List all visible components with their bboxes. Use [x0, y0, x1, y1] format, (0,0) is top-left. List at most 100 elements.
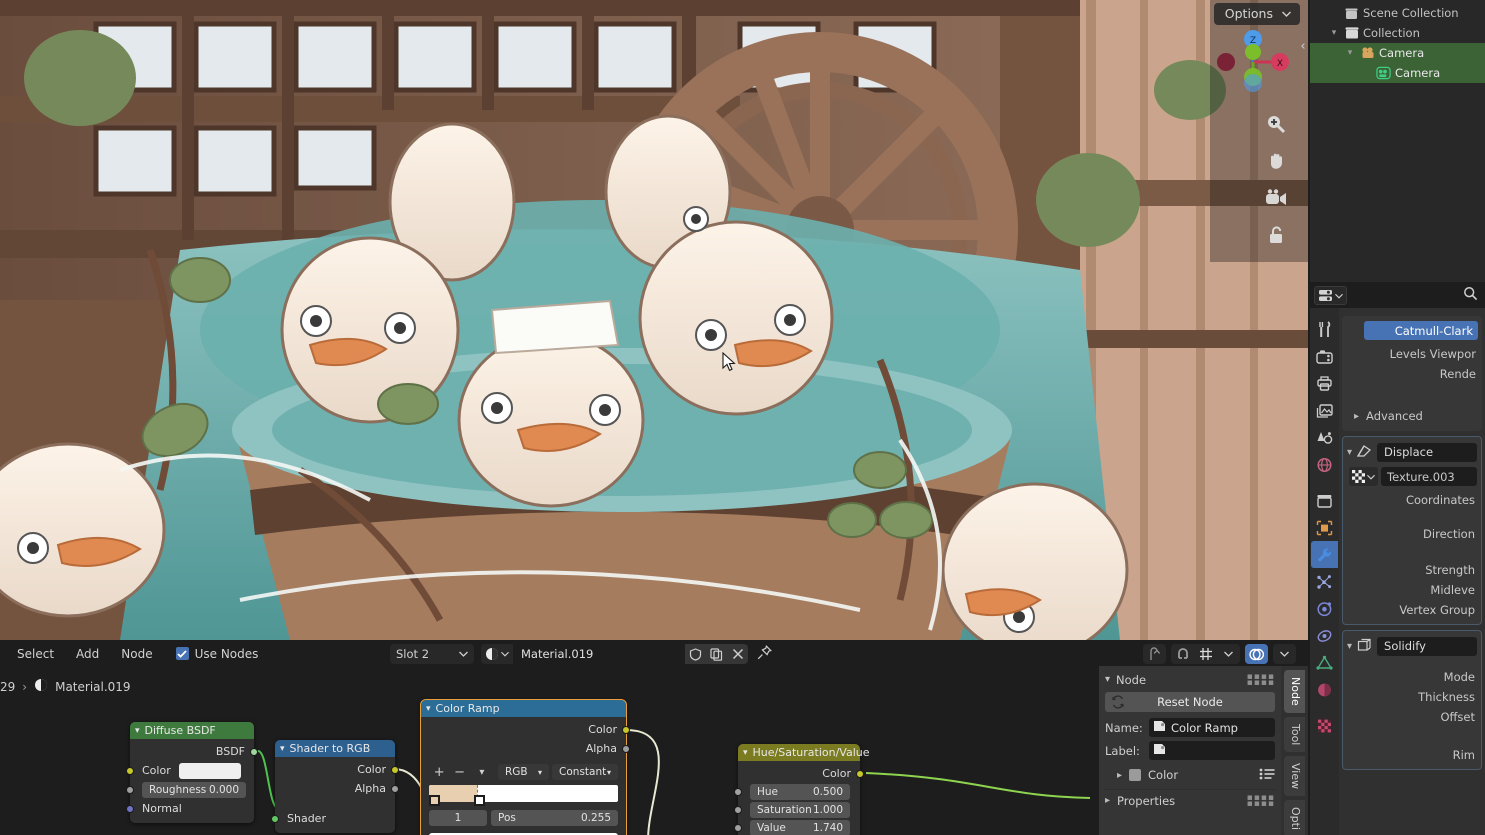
- ramp-stop-0[interactable]: [429, 795, 440, 806]
- socket-bsdf[interactable]: [250, 748, 258, 756]
- snap-grid-icon[interactable]: [1194, 644, 1217, 664]
- overlay-options-dropdown[interactable]: [1273, 644, 1296, 664]
- particles-tab[interactable]: [1311, 568, 1338, 595]
- input-roughness[interactable]: Roughness 0.000: [126, 780, 254, 799]
- remove-stop-button[interactable]: −: [449, 765, 469, 780]
- viewport-options-dropdown[interactable]: Options: [1213, 3, 1300, 25]
- offset-row[interactable]: Offset: [1347, 707, 1477, 727]
- viewport-sidebar-toggle[interactable]: ‹: [1298, 36, 1308, 58]
- material-name-field[interactable]: Material.019: [513, 644, 685, 664]
- outliner-row-collection[interactable]: ▾ Collection: [1310, 23, 1485, 43]
- lock-icon[interactable]: [1264, 223, 1288, 247]
- snap-magnet-icon[interactable]: [1171, 644, 1194, 664]
- input-saturation[interactable]: Saturation 1.000: [734, 801, 860, 819]
- chevron-right-icon[interactable]: ▸: [1105, 795, 1110, 806]
- editor-type-selector[interactable]: [1314, 286, 1347, 305]
- menu-node[interactable]: Node: [110, 647, 163, 661]
- socket-color-out[interactable]: [856, 770, 864, 778]
- output-color[interactable]: Color: [421, 720, 630, 739]
- node-label-row[interactable]: Label:: [1105, 741, 1275, 760]
- node-name-row[interactable]: Name: Color Ramp: [1105, 718, 1275, 737]
- output-bsdf[interactable]: BSDF: [130, 742, 258, 761]
- socket-saturation[interactable]: [734, 806, 742, 814]
- list-options-icon[interactable]: [1259, 768, 1275, 783]
- ramp-stop-controls[interactable]: 1 Pos 0.255: [429, 810, 618, 826]
- snap-group[interactable]: [1171, 644, 1240, 664]
- material-tab[interactable]: [1311, 676, 1338, 703]
- viewport-navigation-gizmo[interactable]: Z X: [1216, 25, 1290, 99]
- outliner-row-camera-data[interactable]: Camera: [1310, 63, 1485, 83]
- tool-tab[interactable]: [1311, 316, 1338, 343]
- direction-row[interactable]: Direction: [1347, 524, 1477, 544]
- displace-header[interactable]: ▾ Displace: [1347, 441, 1477, 463]
- material-browse-dropdown[interactable]: [481, 644, 513, 664]
- render-tab[interactable]: [1311, 343, 1338, 370]
- node-color-ramp[interactable]: ▾ Color Ramp Color Alpha + − ▾ RGB ▾ Con…: [420, 699, 630, 835]
- chevron-right-icon[interactable]: ▸: [1117, 770, 1122, 781]
- material-slot-controls[interactable]: Slot 2 Material.019: [390, 644, 772, 664]
- node-diffuse-bsdf[interactable]: ▾ Diffuse BSDF BSDF Color Roughness 0.00…: [126, 722, 258, 823]
- value-slider[interactable]: Value 1.740: [750, 820, 850, 835]
- fake-user-button[interactable]: [685, 644, 706, 664]
- ramp-toolbar[interactable]: + − ▾ RGB ▾ Constant ▾: [421, 758, 626, 782]
- properties-panel-header[interactable]: ▸ Properties ▪▪▪▪ ▪▪▪▪: [1105, 789, 1275, 811]
- node-header[interactable]: ▾ Hue/Saturation/Value: [738, 744, 870, 761]
- scene-tab[interactable]: [1311, 424, 1338, 451]
- chevron-down-icon[interactable]: ▾: [1347, 641, 1352, 652]
- node-color-row[interactable]: ▸ Color: [1105, 764, 1275, 786]
- use-nodes-toggle[interactable]: Use Nodes: [164, 647, 258, 661]
- pin-button[interactable]: [748, 645, 772, 663]
- subdivision-type-catmull-clark[interactable]: Catmull-Clark: [1364, 321, 1478, 340]
- collection-tab[interactable]: [1311, 487, 1338, 514]
- object-tab[interactable]: [1311, 514, 1338, 541]
- socket-alpha-out[interactable]: [391, 785, 399, 793]
- snap-parent-icon[interactable]: [1143, 644, 1166, 664]
- output-tab[interactable]: [1311, 370, 1338, 397]
- rim-row[interactable]: Rim: [1347, 745, 1477, 765]
- add-stop-button[interactable]: +: [429, 765, 449, 780]
- strength-row[interactable]: Strength: [1347, 560, 1477, 580]
- data-tab[interactable]: [1311, 649, 1338, 676]
- menu-add[interactable]: Add: [65, 647, 110, 661]
- socket-color-out[interactable]: [622, 726, 630, 734]
- reset-node-button[interactable]: Reset Node: [1105, 692, 1275, 712]
- snap-options-chevron[interactable]: [1217, 644, 1240, 664]
- displace-texture-row[interactable]: Texture.003: [1349, 467, 1477, 486]
- advanced-subpanel[interactable]: ▸ Advanced: [1346, 406, 1478, 426]
- node-editor-header-tools[interactable]: [1143, 644, 1296, 664]
- socket-alpha-out[interactable]: [622, 745, 630, 753]
- ramp-index-field[interactable]: 1: [429, 810, 487, 826]
- node-hue-saturation-value[interactable]: ▾ Hue/Saturation/Value Color Hue 0.500 S…: [734, 744, 870, 835]
- solidify-title[interactable]: Solidify: [1377, 636, 1477, 656]
- properties-editor[interactable]: Catmull-Clark Levels Viewpor Rende ▸ Adv…: [1310, 283, 1485, 835]
- color-swatch[interactable]: [178, 762, 241, 779]
- node-header[interactable]: ▾ Color Ramp: [421, 700, 626, 717]
- output-alpha[interactable]: Alpha: [275, 779, 399, 798]
- chevron-down-icon[interactable]: ▾: [1347, 447, 1352, 458]
- input-normal[interactable]: Normal: [126, 799, 254, 818]
- chevron-down-icon[interactable]: ▾: [1105, 674, 1110, 685]
- node-label-input[interactable]: [1149, 741, 1275, 760]
- chevron-down-icon[interactable]: ▾: [280, 744, 285, 754]
- 3d-viewport[interactable]: Options ‹ Z X: [0, 0, 1308, 640]
- socket-color-out[interactable]: [391, 766, 399, 774]
- input-hue[interactable]: Hue 0.500: [734, 783, 860, 801]
- node-color-checkbox[interactable]: [1129, 769, 1142, 781]
- tab-tool[interactable]: Tool: [1284, 716, 1305, 753]
- mode-row[interactable]: Mode: [1347, 667, 1477, 687]
- chevron-down-icon[interactable]: ▾: [426, 704, 431, 714]
- texture-browse-dropdown[interactable]: [1349, 467, 1378, 486]
- chevron-down-icon[interactable]: ▾: [1328, 28, 1340, 38]
- texture-tab[interactable]: [1311, 712, 1338, 739]
- hue-slider[interactable]: Hue 0.500: [750, 784, 850, 800]
- color-ramp-gradient[interactable]: [429, 785, 618, 806]
- socket-value[interactable]: [734, 824, 742, 832]
- midlevel-row[interactable]: Midleve: [1347, 580, 1477, 600]
- socket-color[interactable]: [126, 767, 134, 775]
- overlay-group[interactable]: [1245, 644, 1268, 664]
- hand-icon[interactable]: [1264, 149, 1288, 173]
- thickness-row[interactable]: Thickness: [1347, 687, 1477, 707]
- properties-tab-strip[interactable]: [1310, 308, 1339, 835]
- outliner-editor[interactable]: Scene Collection ▾ Collection ▾ Camera C…: [1310, 0, 1485, 282]
- outliner-row-camera-object[interactable]: ▾ Camera: [1310, 43, 1485, 63]
